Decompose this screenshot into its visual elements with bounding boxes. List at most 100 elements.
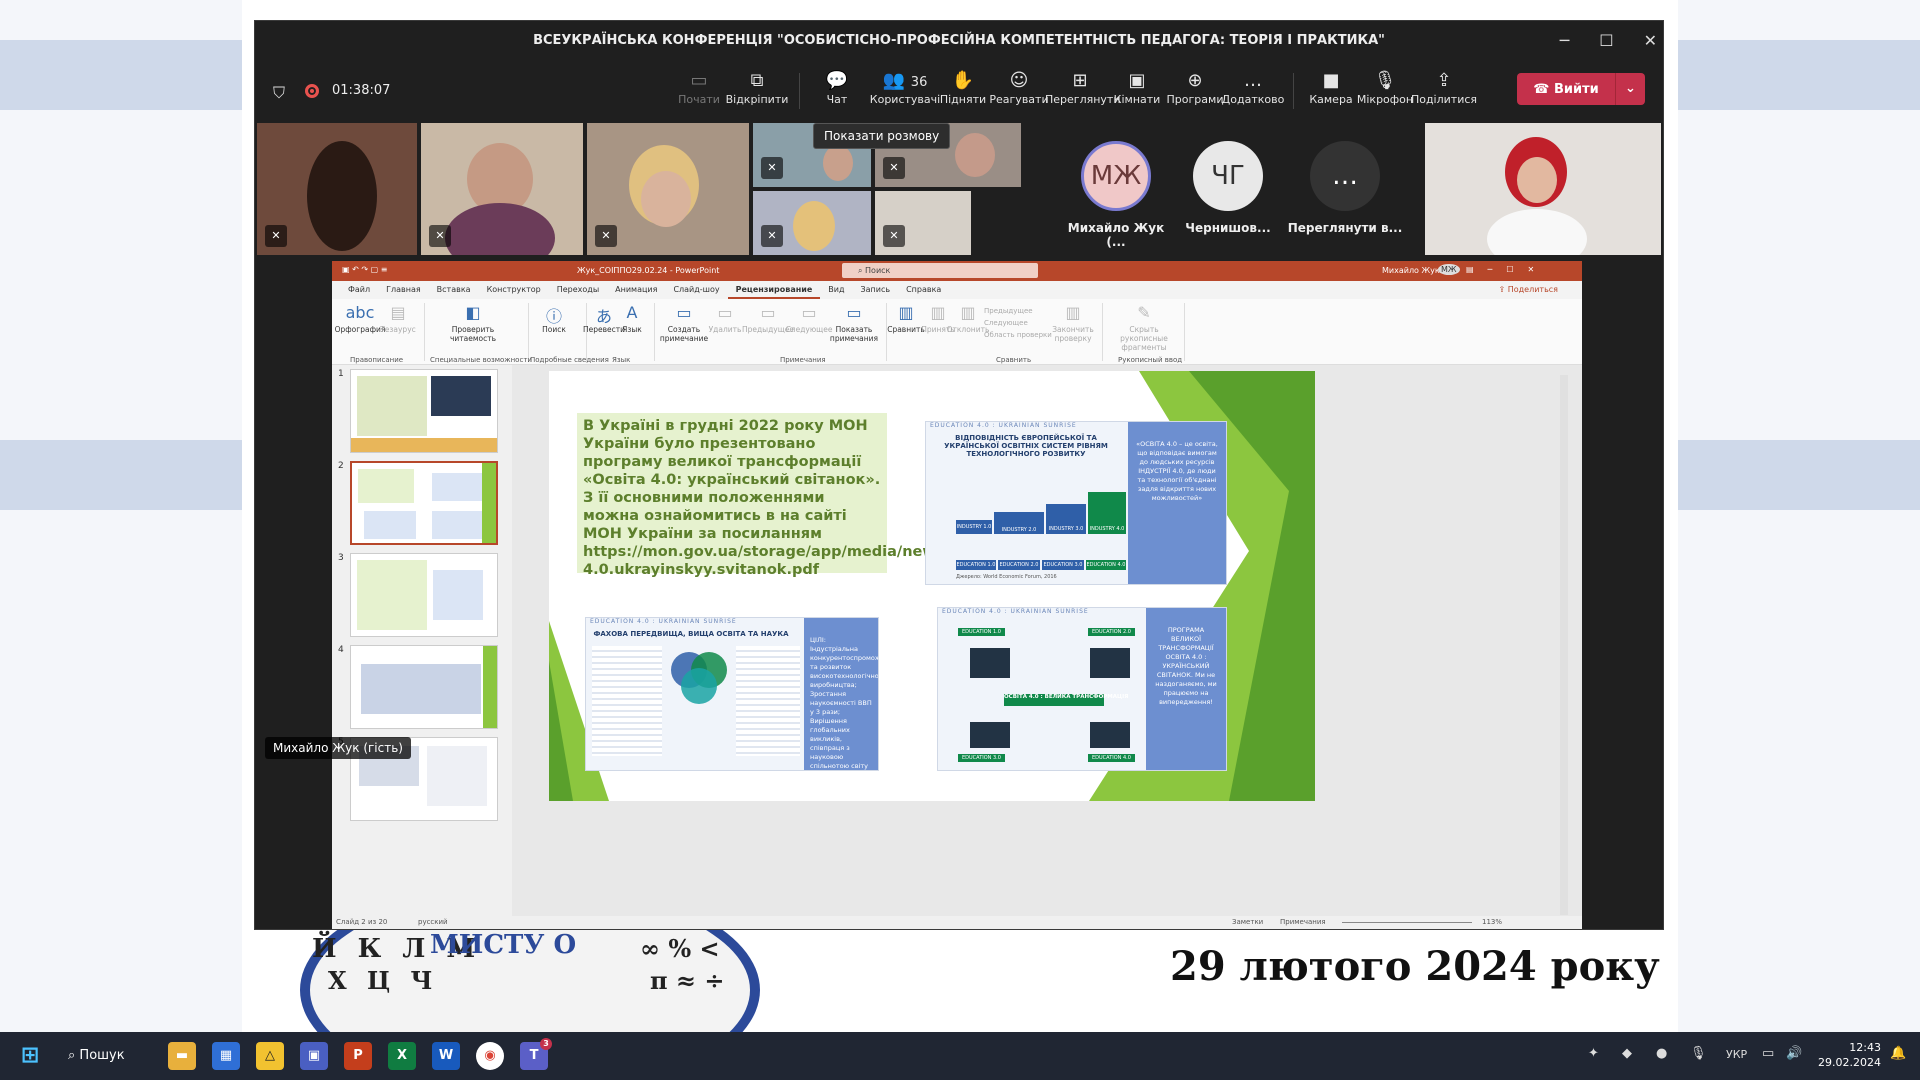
- smart-lookup-button[interactable]: ⓘ Поиск: [528, 303, 580, 334]
- zoom-level[interactable]: 113%: [1482, 918, 1502, 926]
- share-button[interactable]: ⇪ Поділитися: [1409, 69, 1479, 106]
- view-all-label: Переглянути в...: [1287, 221, 1403, 235]
- taskbar-search[interactable]: ⌕ Пошук: [68, 1042, 156, 1070]
- slide-text-box[interactable]: В Україні в грудні 2022 року МОН України…: [577, 413, 1104, 578]
- slide-image-industry[interactable]: EDUCATION 4.0 : UKRAINIAN SUNRISE ВІДПОВ…: [925, 421, 1227, 585]
- tab-insert[interactable]: Вставка: [429, 281, 479, 299]
- ribbon-group-label: Правописание: [350, 356, 404, 364]
- participant-video[interactable]: ✕: [257, 123, 417, 255]
- shield-icon[interactable]: ⛉: [273, 83, 285, 103]
- tray-app-icon[interactable]: ●: [1656, 1046, 1667, 1061]
- ribbon-group-label: Язык: [612, 356, 631, 364]
- tab-record[interactable]: Запись: [853, 281, 899, 299]
- language-indicator[interactable]: УКР: [1726, 1048, 1747, 1061]
- react-button[interactable]: ☺ Реагувати: [987, 69, 1051, 106]
- rooms-button[interactable]: ▣ Кімнати: [1105, 69, 1169, 106]
- presenter-video[interactable]: [1425, 123, 1661, 255]
- check-accessibility-button[interactable]: ◧ Проверить читаемость: [438, 303, 508, 343]
- slide-editor: В Україні в грудні 2022 року МОН України…: [512, 365, 1582, 929]
- slide-thumbnail[interactable]: [350, 369, 498, 453]
- tab-file[interactable]: Файл: [340, 281, 378, 299]
- mic-muted-icon: 🎙: [1373, 70, 1397, 91]
- mic-muted-icon: ✕: [265, 225, 287, 247]
- powerpoint-icon[interactable]: P: [344, 1042, 372, 1070]
- participant-tile[interactable]: ЧГ Чернишов...: [1173, 123, 1283, 255]
- tray-network-icon[interactable]: ◆: [1622, 1046, 1632, 1061]
- ppt-search-box[interactable]: ⌕ Поиск: [842, 263, 1038, 278]
- language-indicator[interactable]: русский: [418, 918, 448, 926]
- chat-button[interactable]: 💬 Чат: [805, 69, 869, 106]
- tab-design[interactable]: Конструктор: [479, 281, 549, 299]
- ribbon-review: abc Орфография ▤ Тезаурус ◧ Проверить читае…: [332, 299, 1582, 365]
- ppt-share-button[interactable]: ⇪ Поделиться: [1498, 285, 1558, 294]
- slide-image-transformation[interactable]: EDUCATION 4.0 : UKRAINIAN SUNRISE EDUCAT…: [937, 607, 1227, 771]
- tab-view[interactable]: Вид: [820, 281, 852, 299]
- tab-transitions[interactable]: Переходы: [549, 281, 607, 299]
- tab-animations[interactable]: Анимация: [607, 281, 665, 299]
- zoom-slider[interactable]: [1342, 922, 1472, 923]
- notification-icon[interactable]: 🔔: [1890, 1046, 1906, 1061]
- word-icon[interactable]: W: [432, 1042, 460, 1070]
- mic-muted-icon[interactable]: 🎙: [1690, 1046, 1707, 1061]
- teams-icon[interactable]: T3: [520, 1038, 552, 1070]
- participant-tile[interactable]: МЖ Михайло Жук (...: [1061, 123, 1171, 255]
- chevron-down-icon[interactable]: ⌄: [1615, 73, 1645, 105]
- slide-image-higher-education[interactable]: EDUCATION 4.0 : UKRAINIAN SUNRISE ФАХОВА…: [585, 617, 879, 771]
- tab-help[interactable]: Справка: [898, 281, 949, 299]
- file-explorer-icon[interactable]: ▬: [168, 1042, 196, 1070]
- avatar: ЧГ: [1193, 141, 1263, 211]
- more-button[interactable]: … Додатково: [1221, 69, 1285, 106]
- vertical-scrollbar[interactable]: [1560, 375, 1568, 915]
- save-icon[interactable]: ▣: [300, 1042, 328, 1070]
- slide-thumbnail[interactable]: [350, 553, 498, 637]
- unpin-button[interactable]: ⧉ Відкріпити: [725, 69, 789, 106]
- image-title: ФАХОВА ПЕРЕДВИЩА, ВИЩА ОСВІТА ТА НАУКА: [593, 630, 789, 638]
- slide-thumbnail-selected[interactable]: [350, 461, 498, 545]
- microphone-button[interactable]: 🎙 Мікрофон: [1353, 69, 1417, 106]
- window-controls[interactable]: ▤─☐✕: [1466, 265, 1548, 274]
- tab-review[interactable]: Рецензирование: [727, 281, 821, 299]
- language-button[interactable]: A Язык: [612, 303, 652, 334]
- next-change-button[interactable]: Следующее: [984, 317, 1052, 329]
- slide-thumbnail[interactable]: [350, 645, 498, 729]
- slide-thumbnails-pane: 1 2 3 4 5: [332, 365, 512, 929]
- participant-video[interactable]: ✕: [875, 191, 971, 255]
- thesaurus-button[interactable]: ▤ Тезаурус: [372, 303, 424, 334]
- close-icon[interactable]: ✕: [1644, 31, 1657, 50]
- end-review-button[interactable]: ▥ Закончить проверку: [1048, 303, 1098, 343]
- tab-slideshow[interactable]: Слайд-шоу: [665, 281, 727, 299]
- current-slide[interactable]: В Україні в грудні 2022 року МОН України…: [549, 371, 1315, 801]
- end-review-icon: ▥: [1065, 303, 1081, 322]
- windows-start-icon[interactable]: ⊞: [16, 1042, 44, 1070]
- apps-button[interactable]: ⊕ Програми: [1163, 69, 1227, 106]
- leave-button[interactable]: ☎ Вийти ⌄: [1517, 73, 1645, 105]
- view-all-participants-tile[interactable]: … Переглянути в...: [1285, 123, 1405, 255]
- volume-icon[interactable]: 🔊: [1786, 1046, 1802, 1061]
- participant-count: 36: [910, 75, 928, 90]
- review-pane-button[interactable]: Область проверки: [984, 329, 1052, 341]
- tray-app-icon[interactable]: ✦: [1588, 1046, 1599, 1061]
- raise-hand-button[interactable]: ✋ Підняти: [931, 69, 995, 106]
- participant-video[interactable]: ✕: [753, 191, 871, 255]
- industry-bars: INDUSTRY 1.0 INDUSTRY 2.0 INDUSTRY 3.0 I…: [956, 492, 1126, 552]
- excel-icon[interactable]: X: [388, 1042, 416, 1070]
- tab-home[interactable]: Главная: [378, 281, 429, 299]
- hide-ink-button[interactable]: ✎ Скрыть рукописные фрагменты: [1106, 303, 1182, 352]
- chrome-icon[interactable]: ◉: [476, 1042, 504, 1070]
- maximize-icon[interactable]: ☐: [1599, 31, 1613, 50]
- minimize-icon[interactable]: ─: [1560, 31, 1570, 50]
- start-button[interactable]: ▭ Почати: [667, 69, 731, 106]
- notes-button[interactable]: Заметки: [1232, 918, 1263, 926]
- shared-powerpoint[interactable]: ▣ ↶ ↷ ▢ ≡ Жук_СОІППО29.02.24 - PowerPoin…: [332, 261, 1582, 929]
- participant-video[interactable]: ✕: [587, 123, 749, 255]
- drive-icon[interactable]: △: [256, 1042, 284, 1070]
- rooms-icon: ▣: [1128, 70, 1146, 91]
- display-icon[interactable]: ▭: [1762, 1046, 1774, 1061]
- comments-button[interactable]: Примечания: [1280, 918, 1326, 926]
- store-icon[interactable]: ▦: [212, 1042, 240, 1070]
- save-icon[interactable]: ▣ ↶ ↷ ▢ ≡: [342, 265, 387, 274]
- taskbar-clock[interactable]: 12:43 29.02.2024: [1818, 1040, 1881, 1070]
- previous-change-button[interactable]: Предыдущее: [984, 305, 1052, 317]
- participant-video[interactable]: ✕: [421, 123, 583, 255]
- show-comments-button[interactable]: ▭ Показать примечания: [826, 303, 882, 343]
